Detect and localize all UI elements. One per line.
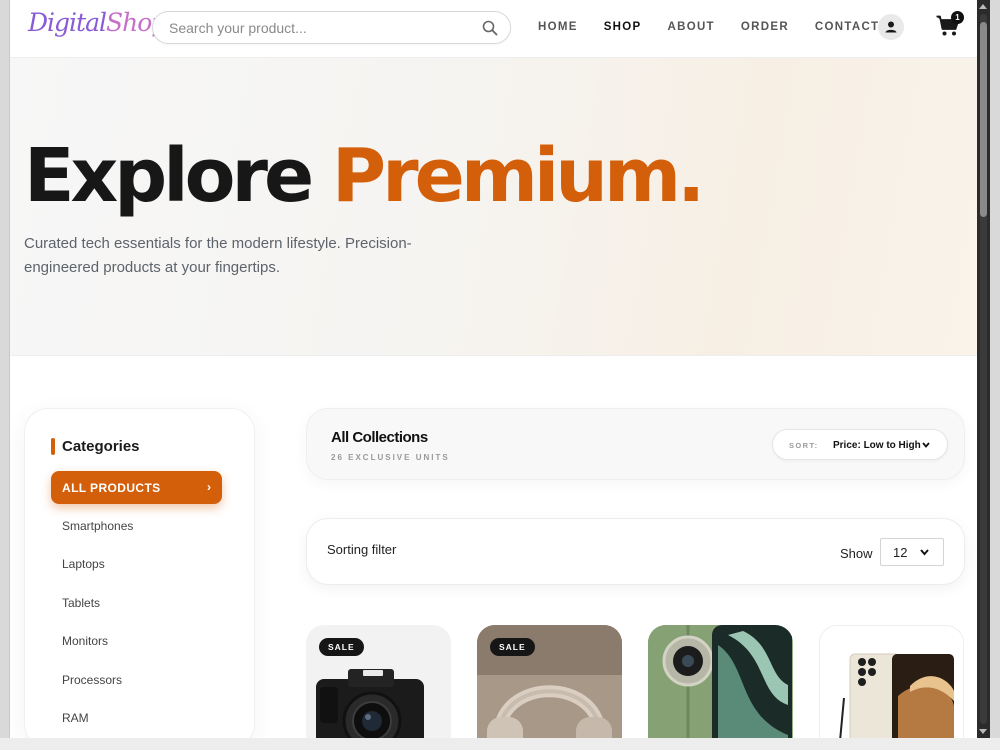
nav-about-link[interactable]: ABOUT — [668, 21, 715, 33]
nav-shop-link[interactable]: SHOP — [604, 21, 642, 33]
scroll-up-icon[interactable] — [979, 4, 987, 9]
product-image-smartphone — [648, 625, 793, 738]
scrollbar-thumb[interactable] — [980, 22, 987, 217]
categories-sidebar: Categories ALL PRODUCTS › Smartphones La… — [24, 408, 255, 738]
categories-heading: Categories — [62, 438, 140, 455]
sorting-filter-title: Sorting filter — [327, 542, 397, 557]
hero-title: Explore Premium. — [24, 133, 705, 219]
category-all-products[interactable]: ALL PRODUCTS › — [51, 471, 222, 504]
window-bottom-edge — [0, 738, 1000, 750]
scroll-down-icon[interactable] — [979, 729, 987, 734]
category-processors[interactable]: Processors — [62, 673, 122, 687]
collections-header: All Collections 26 EXCLUSIVE UNITS SORT:… — [306, 408, 965, 480]
collections-unit-count: 26 EXCLUSIVE UNITS — [331, 453, 450, 462]
category-monitors[interactable]: Monitors — [62, 634, 108, 648]
chevron-right-icon: › — [207, 480, 211, 494]
user-account-icon[interactable] — [878, 14, 904, 40]
category-ram[interactable]: RAM — [62, 711, 89, 725]
cart-count-badge: 1 — [951, 11, 964, 24]
vertical-scrollbar[interactable] — [977, 0, 990, 738]
hero-title-accent: Premium. — [331, 133, 705, 219]
categories-accent-bar — [51, 438, 55, 455]
hero-title-main: Explore — [24, 133, 332, 219]
category-laptops[interactable]: Laptops — [62, 557, 105, 571]
product-card[interactable] — [648, 625, 793, 738]
chevron-down-icon — [920, 549, 929, 556]
show-count-select[interactable]: 12 — [880, 538, 944, 566]
brand-logo[interactable]: DigitalShop — [28, 8, 167, 37]
chevron-down-icon — [922, 442, 930, 448]
search-icon[interactable] — [482, 20, 498, 36]
hero-subtitle: Curated tech essentials for the modern l… — [24, 235, 412, 276]
product-image-smartphone — [839, 653, 954, 738]
product-card[interactable]: SALE — [477, 625, 622, 738]
browser-viewport: DigitalShop HOME SHOP ABOUT ORDER CONTAC… — [10, 0, 977, 738]
nav-contact-link[interactable]: CONTACT — [815, 21, 879, 33]
sorting-filter-panel: Sorting filter Show 12 — [306, 518, 965, 585]
collections-title: All Collections — [331, 429, 428, 446]
show-count-value: 12 — [893, 545, 908, 560]
brand-logo-part1: Digital — [28, 8, 107, 37]
sale-badge: SALE — [319, 638, 364, 656]
nav-home-link[interactable]: HOME — [538, 21, 578, 33]
sort-dropdown[interactable]: SORT: Price: Low to High — [772, 429, 948, 460]
hero-section: Explore Premium. Curated tech essentials… — [10, 58, 977, 356]
main-menu: HOME SHOP ABOUT ORDER CONTACT — [538, 21, 905, 33]
show-count-label: Show — [840, 546, 873, 561]
sort-value: Price: Low to High — [833, 440, 921, 451]
sort-label: SORT: — [789, 441, 819, 450]
nav-order-link[interactable]: ORDER — [741, 21, 789, 33]
sale-badge: SALE — [490, 638, 535, 656]
search-bar — [152, 11, 511, 44]
product-card[interactable] — [819, 625, 964, 738]
category-all-products-label: ALL PRODUCTS — [62, 481, 161, 495]
category-smartphones[interactable]: Smartphones — [62, 519, 133, 533]
user-icon — [885, 21, 897, 33]
category-tablets[interactable]: Tablets — [62, 596, 100, 610]
navbar: DigitalShop HOME SHOP ABOUT ORDER CONTAC… — [10, 0, 977, 58]
product-card[interactable]: SALE — [306, 625, 451, 738]
search-input[interactable] — [169, 19, 469, 37]
